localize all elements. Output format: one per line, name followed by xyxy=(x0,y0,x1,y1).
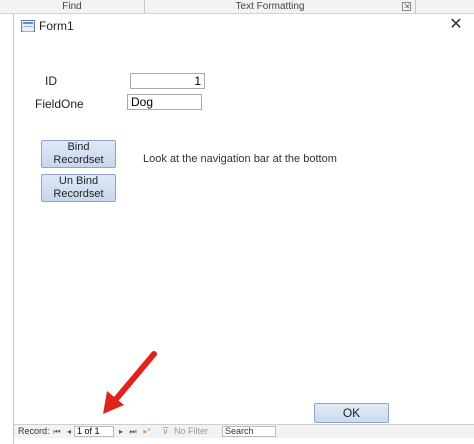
current-record-field[interactable]: 1 of 1 xyxy=(74,426,114,437)
previous-record-icon[interactable]: ◂ xyxy=(64,425,74,438)
unbind-label-line2: Recordset xyxy=(53,188,104,200)
form-titlebar: Form1 ✕ xyxy=(14,14,474,38)
id-label: ID xyxy=(45,74,57,88)
ribbon-group-find[interactable]: Find xyxy=(0,0,144,14)
no-filter-button[interactable]: No Filter xyxy=(174,425,208,438)
bind-label-line1: Bind xyxy=(67,141,90,153)
search-input[interactable]: Search xyxy=(222,426,276,437)
fieldone-field[interactable]: Dog xyxy=(127,94,202,110)
instruction-text: Look at the navigation bar at the bottom xyxy=(143,153,337,165)
navigation-pane-edge xyxy=(0,14,13,444)
ribbon-separator xyxy=(415,0,416,14)
record-navigation-bar: Record: ⏮ ◂ 1 of 1 ▸ ⏭ ▸* ⊽ No Filter Se… xyxy=(14,424,474,438)
form-icon xyxy=(21,20,35,32)
ok-button[interactable]: OK xyxy=(314,403,389,423)
bind-recordset-button[interactable]: Bind Recordset xyxy=(41,140,116,168)
close-icon[interactable]: ✕ xyxy=(444,14,468,36)
id-field[interactable]: 1 xyxy=(130,73,205,89)
ribbon-strip: Find Text Formatting ⇲ xyxy=(0,0,474,14)
unbind-recordset-label: Un Bind Recordset xyxy=(53,175,103,201)
last-record-icon[interactable]: ⏭ xyxy=(128,425,138,438)
form-window: Form1 ✕ ID 1 FieldOne Dog Bind Recordset… xyxy=(13,14,474,444)
bind-recordset-label: Bind Recordset xyxy=(53,141,103,167)
bind-label-line2: Recordset xyxy=(53,154,104,166)
ribbon-group-text-formatting[interactable]: Text Formatting xyxy=(145,0,395,14)
first-record-icon[interactable]: ⏮ xyxy=(52,425,62,438)
unbind-recordset-button[interactable]: Un Bind Recordset xyxy=(41,174,116,202)
filter-icon: ⊽ xyxy=(162,426,169,436)
unbind-label-line1: Un Bind xyxy=(58,175,99,187)
fieldone-label: FieldOne xyxy=(35,97,84,111)
dialog-launcher-icon[interactable]: ⇲ xyxy=(402,2,411,11)
form-detail-section: ID 1 FieldOne Dog Bind Recordset Un Bind… xyxy=(14,38,474,426)
next-record-icon[interactable]: ▸ xyxy=(116,425,126,438)
new-record-icon[interactable]: ▸* xyxy=(140,425,154,438)
record-label: Record: xyxy=(18,426,50,436)
form-title: Form1 xyxy=(39,19,74,33)
